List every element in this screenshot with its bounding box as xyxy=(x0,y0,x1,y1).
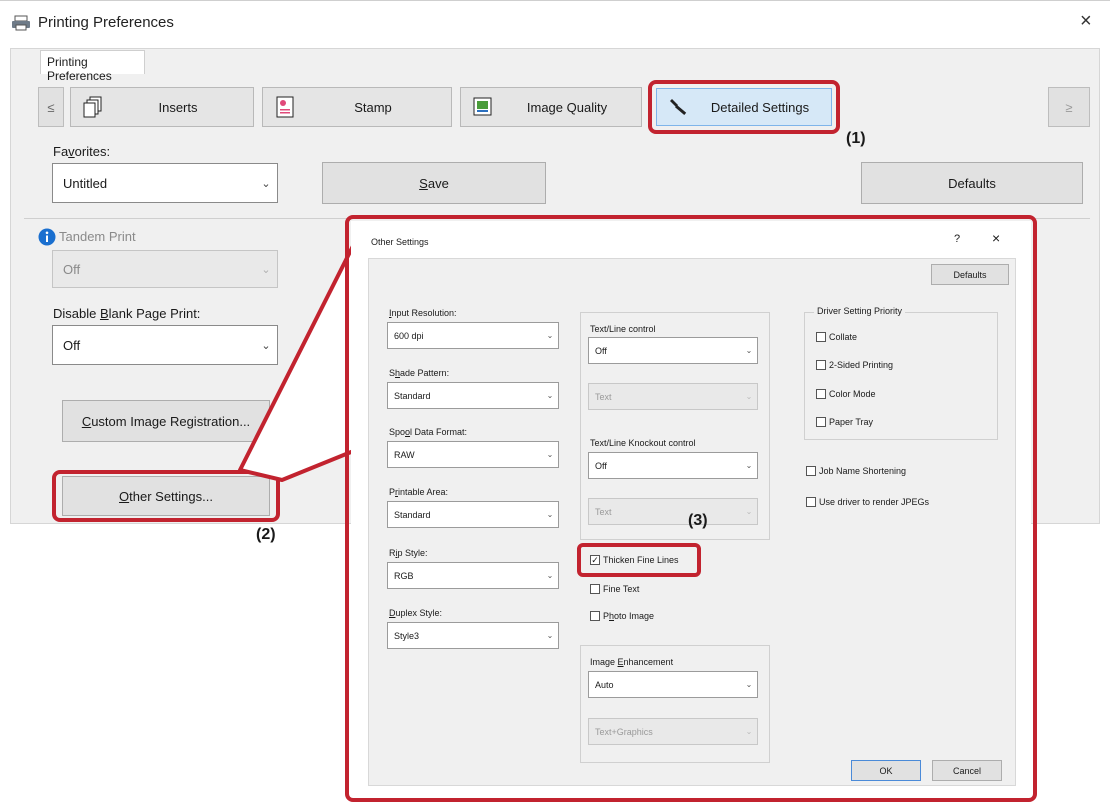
close-button[interactable]: × xyxy=(1080,10,1092,33)
use-driver-render-jpegs-checkbox[interactable]: Use driver to render JPEGs xyxy=(806,497,929,507)
chevron-down-icon: ⌄ xyxy=(261,263,271,276)
text-line-knockout-label: Text/Line Knockout control xyxy=(590,438,696,448)
highlight-detailed-settings xyxy=(648,80,840,134)
job-name-shortening-checkbox[interactable]: Job Name Shortening xyxy=(806,466,906,476)
favorites-value: Untitled xyxy=(63,175,108,191)
tab-printing-preferences[interactable]: Printing Preferences xyxy=(40,50,145,83)
image-enhancement-label: Image Enhancement xyxy=(590,657,674,667)
photo-image-checkbox[interactable]: Ph oto Image xyxy=(590,611,654,621)
tandem-print-select: Off ⌄ xyxy=(52,250,278,288)
window-title: Printing Preferences xyxy=(38,14,174,31)
input-resolution-label: Input Resolution: xyxy=(389,308,457,318)
tab-stamp-label: Stamp xyxy=(354,99,392,115)
chevron-down-icon: ⌄ xyxy=(745,346,753,355)
chevron-down-icon: ⌄ xyxy=(546,450,554,459)
shade-pattern-label: Shade Pattern: xyxy=(389,368,450,378)
image-enhancement-select[interactable]: Auto ⌄ xyxy=(588,671,758,698)
printer-icon xyxy=(12,15,30,31)
disable-blank-page-value: Off xyxy=(63,337,81,353)
tab-inserts[interactable]: Inserts xyxy=(70,87,254,127)
chevron-down-icon: ⌄ xyxy=(745,392,753,401)
dialog-close-button[interactable]: × xyxy=(992,230,1000,246)
text-line-knockout-select[interactable]: Off ⌄ xyxy=(588,452,758,479)
text-line-control-sub-select: Text ⌄ xyxy=(588,383,758,410)
info-icon xyxy=(38,228,56,246)
tab-inserts-label: Inserts xyxy=(158,99,198,115)
spool-data-format-label: Spool Data Format: xyxy=(389,427,468,437)
duplex-style-select[interactable]: Style3 ⌄ xyxy=(387,622,559,649)
chevron-down-icon: ⌄ xyxy=(546,571,554,580)
spool-data-format-select[interactable]: RAW ⌄ xyxy=(387,441,559,468)
chevron-down-icon: ⌄ xyxy=(745,680,753,689)
tab-scroll-left-button[interactable]: ≤ xyxy=(38,87,64,127)
ok-button[interactable]: OK xyxy=(851,760,921,781)
driver-priority-title: Driver Setting Priority xyxy=(814,306,906,316)
chevron-down-icon: ⌄ xyxy=(546,331,554,340)
chevron-down-icon: ⌄ xyxy=(745,461,753,470)
defaults-button[interactable]: Defaults xyxy=(861,162,1083,204)
duplex-style-label: Duplex Style: xyxy=(389,608,443,618)
disable-blank-page-select[interactable]: Off ⌄ xyxy=(52,325,278,365)
favorites-label: Favorites: xyxy=(53,144,111,159)
disable-blank-page-label: Disable Blank Page Print: xyxy=(53,306,201,321)
tandem-print-label: Tandem Print xyxy=(59,229,136,244)
text-line-control-label: Text/Line control xyxy=(590,324,656,334)
collate-checkbox[interactable]: Collate xyxy=(816,332,857,342)
chevron-down-icon: ⌄ xyxy=(745,727,753,736)
chevron-down-icon: ⌄ xyxy=(261,339,271,352)
text-line-knockout-sub-select: Text ⌄ xyxy=(588,498,758,525)
favorites-select[interactable]: Untitled ⌄ xyxy=(52,163,278,203)
chevron-down-icon: ⌄ xyxy=(261,177,271,190)
chevron-down-icon: ⌄ xyxy=(745,507,753,516)
inserts-icon xyxy=(83,96,102,118)
dialog-defaults-button[interactable]: Defaults xyxy=(931,264,1009,285)
image-enhancement-sub-select: Text+Graphics ⌄ xyxy=(588,718,758,745)
callout-2: (2) xyxy=(256,526,276,543)
text-line-control-select[interactable]: Off ⌄ xyxy=(588,337,758,364)
image-quality-icon xyxy=(473,97,492,116)
tandem-print-value: Off xyxy=(63,261,81,277)
rip-style-label: Rip Style: xyxy=(389,548,428,558)
shade-pattern-select[interactable]: Standard ⌄ xyxy=(387,382,559,409)
stamp-icon xyxy=(276,96,294,118)
printable-area-select[interactable]: Standard ⌄ xyxy=(387,501,559,528)
cancel-button[interactable]: Cancel xyxy=(932,760,1002,781)
save-button[interactable]: Save xyxy=(322,162,546,204)
printable-area-label: Printable Area: xyxy=(389,487,449,497)
custom-image-registration-button[interactable]: Custom Image Registration... xyxy=(62,400,270,442)
tab-scroll-right-button[interactable]: ≥ xyxy=(1048,87,1090,127)
callout-3: (3) xyxy=(688,512,708,529)
dialog-title: Other Settings xyxy=(371,237,429,247)
callout-1: (1) xyxy=(846,130,866,147)
chevron-down-icon: ⌄ xyxy=(546,391,554,400)
tab-image-quality-label: Image Quality xyxy=(526,99,608,115)
two-sided-printing-checkbox[interactable]: 2-Sided Printing xyxy=(816,360,893,370)
highlight-thicken-fine-lines xyxy=(577,543,701,577)
input-resolution-select[interactable]: 600 dpi ⌄ xyxy=(387,322,559,349)
fine-text-checkbox[interactable]: Fine Text xyxy=(590,584,639,594)
paper-tray-checkbox[interactable]: Paper Tray xyxy=(816,417,873,427)
rip-style-select[interactable]: RGB ⌄ xyxy=(387,562,559,589)
tab-image-quality[interactable]: Image Quality xyxy=(460,87,642,127)
highlight-other-settings xyxy=(52,470,280,522)
tab-stamp[interactable]: Stamp xyxy=(262,87,452,127)
color-mode-checkbox[interactable]: Color Mode xyxy=(816,389,876,399)
chevron-down-icon: ⌄ xyxy=(546,631,554,640)
chevron-down-icon: ⌄ xyxy=(546,510,554,519)
help-button[interactable]: ? xyxy=(954,233,960,245)
